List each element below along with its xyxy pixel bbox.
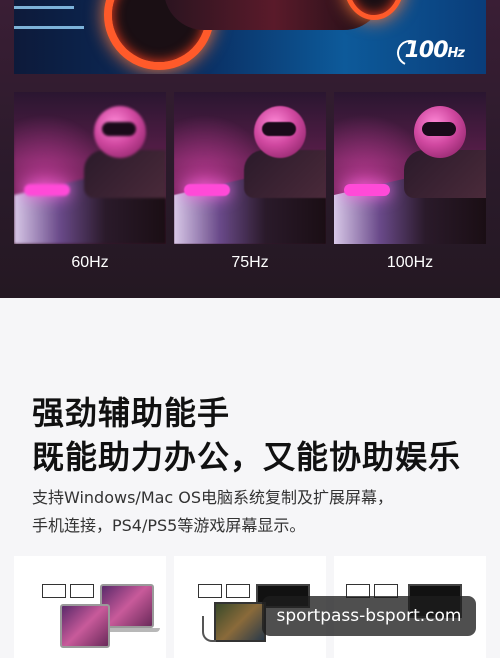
rate-label-100hz: 100Hz bbox=[386, 254, 434, 271]
feature-headline-line2: 既能助力办公，又能协助娱乐 bbox=[32, 438, 462, 476]
rate-label-75hz: 75Hz bbox=[231, 254, 269, 271]
refresh-comparison-panels bbox=[14, 92, 486, 244]
portable-monitor-image bbox=[60, 604, 110, 648]
feature-description-line1: 支持Windows/Mac OS电脑系统复制及扩展屏幕， bbox=[32, 488, 394, 507]
light-streak bbox=[14, 6, 74, 9]
visor-shape bbox=[102, 122, 136, 136]
panel-75hz-image bbox=[174, 92, 326, 244]
badge-unit: Hz bbox=[447, 46, 465, 61]
panel-60hz-image bbox=[14, 92, 166, 244]
mini-monitor-icon bbox=[42, 584, 66, 598]
headlight-shape bbox=[24, 184, 70, 196]
site-watermark: sportpass-bsport.com bbox=[262, 596, 476, 636]
refresh-badge: 100Hz bbox=[392, 36, 465, 70]
rate-label-60hz: 60Hz bbox=[71, 254, 109, 271]
headlight-shape bbox=[184, 184, 230, 196]
mini-monitor-icon bbox=[70, 584, 94, 598]
feature-headline-line1: 强劲辅助能手 bbox=[32, 394, 231, 432]
refresh-rate-banner: 100Hz 60Hz 75Hz 100Hz bbox=[0, 0, 500, 298]
cable-line bbox=[202, 616, 216, 642]
light-streak bbox=[14, 26, 84, 29]
mini-monitor-icon bbox=[198, 584, 222, 598]
visor-shape bbox=[262, 122, 296, 136]
headlight-shape bbox=[344, 184, 390, 196]
card-laptop-extend bbox=[14, 556, 166, 658]
panel-100hz-image bbox=[334, 92, 486, 244]
feature-description-line2: 手机连接，PS4/PS5等游戏屏幕显示。 bbox=[32, 516, 306, 535]
visor-shape bbox=[422, 122, 456, 136]
game-screen-image bbox=[214, 602, 266, 642]
mini-monitor-icon bbox=[226, 584, 250, 598]
